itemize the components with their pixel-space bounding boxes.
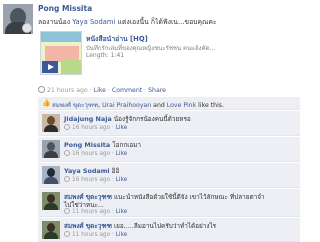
comment-like-link[interactable]: Like — [116, 177, 128, 183]
avatar-head — [47, 223, 55, 232]
post-text: ลองานน้อง Yaya Sodami แต่งเองนี้น ก็ได้ฟ… — [38, 16, 217, 27]
commenter-name[interactable]: Yaya Sodami — [64, 167, 110, 175]
avatar-body — [44, 177, 58, 184]
post-text-after: แต่งเองนี้น ก็ได้ฟังเน...ขอบคุณคะ — [115, 18, 217, 26]
post-text-before: ลองานน้อง — [38, 18, 73, 26]
comment-item: สมพงศ์ ขุดะวุฑฑ เยอ.....ลืมอานไปครับว่าท… — [38, 218, 300, 242]
thumb-sky — [41, 32, 81, 42]
commenter-avatar[interactable] — [42, 114, 60, 132]
commenter-avatar[interactable] — [42, 192, 60, 210]
avatar-body — [44, 151, 58, 158]
avatar-body — [44, 232, 58, 239]
comment-item: Jidajung Naja น้องรู้จักกรน้องคนนี้ด้วยห… — [38, 111, 300, 136]
comment-item: สมพงศ์ ขุดะวุฑฑ แนะนำหนังสือด้วยใช้นี้ดี… — [38, 189, 300, 217]
share-link[interactable]: Share — [148, 87, 166, 94]
comment-line: Jidajung Naja น้องรู้จักกรน้องคนนี้ด้วยห… — [64, 114, 191, 124]
likes-text: สมพงศ์ ขุดะวุฑฑ, Urai Praihooyan and Lov… — [52, 100, 224, 110]
clock-icon — [64, 231, 70, 237]
clock-icon — [64, 208, 70, 214]
like-link[interactable]: Like — [94, 87, 106, 94]
comment-time[interactable]: 16 hours ago — [72, 151, 110, 157]
thumb-foliage — [61, 60, 81, 74]
comment-time[interactable]: 11 hours ago — [72, 209, 110, 215]
comment-meta: 16 hours ago · Like — [64, 124, 127, 131]
comment-line: Pong Missita โอกกเอมา — [64, 140, 141, 150]
comment-item: Pong Missita โอกกเอมา 16 hours ago · Lik… — [38, 137, 300, 162]
commenter-name[interactable]: Jidajung Naja — [64, 115, 112, 123]
comment-time[interactable]: 16 hours ago — [72, 125, 110, 131]
comment-text: น้องรู้จักกรน้องคนนี้ด้วยหรอ — [113, 115, 191, 123]
feed-post: Pong Missita ลองานน้อง Yaya Sodami แต่งเ… — [0, 0, 300, 242]
comment-meta: 11 hours ago · Like — [64, 208, 127, 215]
clock-icon — [64, 124, 70, 130]
avatar-head — [47, 194, 55, 203]
clock-icon — [38, 86, 45, 93]
liker-2[interactable]: Urai Praihooyan — [102, 102, 151, 109]
post-meta: 21 hours ago · Like · Comment · Share — [38, 86, 166, 94]
clock-icon — [64, 176, 70, 182]
comment-text: เยอ.....ลืมอานไปครับว่าทำได้อย่างไร — [113, 222, 217, 230]
commenter-avatar[interactable] — [42, 221, 60, 239]
commenter-name[interactable]: สมพงศ์ ขุดะวุฑฑ — [64, 222, 112, 230]
comment-like-link[interactable]: Like — [116, 232, 128, 238]
avatar-head — [47, 168, 55, 177]
comment-meta: 16 hours ago · Like — [64, 176, 127, 183]
liker-3[interactable]: Love Pink — [167, 102, 196, 109]
author-avatar[interactable] — [3, 4, 33, 34]
liker-1[interactable]: สมพงศ์ ขุดะวุฑฑ — [52, 102, 98, 109]
commenter-avatar[interactable] — [42, 166, 60, 184]
avatar-body — [44, 125, 58, 132]
comment-time[interactable]: 11 hours ago — [72, 232, 110, 238]
commenter-name[interactable]: Pong Missita — [64, 141, 110, 149]
comment-like-link[interactable]: Like — [116, 209, 128, 215]
avatar-head — [47, 116, 55, 125]
comment-meta: 16 hours ago · Like — [64, 150, 127, 157]
comment-link[interactable]: Comment — [112, 87, 142, 94]
play-icon[interactable] — [42, 61, 58, 73]
likes-and: and — [151, 102, 167, 109]
comment-text: โอกกเอมา — [112, 141, 142, 149]
avatar-head — [47, 142, 55, 151]
comment-like-link[interactable]: Like — [116, 151, 128, 157]
comment-text: อิอิ — [111, 167, 120, 175]
comment-meta: 11 hours ago · Like — [64, 231, 127, 238]
comment-like-link[interactable]: Like — [116, 125, 128, 131]
thumbs-up-icon: 👍 — [42, 99, 51, 107]
comment-item: Yaya Sodami อิอิ 16 hours ago · Like — [38, 163, 300, 188]
comment-time[interactable]: 16 hours ago — [72, 177, 110, 183]
avatar-badge — [22, 23, 32, 33]
clock-icon — [64, 150, 70, 156]
post-time[interactable]: 21 hours ago — [47, 87, 88, 94]
tagged-user-link[interactable]: Yaya Sodami — [72, 18, 115, 26]
comment-text: แนะนำหนังสือด้วยใช้นี้ดีจัง เขาไว้ลักษณะ… — [113, 193, 265, 201]
likes-suffix: like this. — [196, 102, 224, 109]
comment-line: สมพงศ์ ขุดะวุฑฑ เยอ.....ลืมอานไปครับว่าท… — [64, 221, 216, 231]
commenter-avatar[interactable] — [42, 140, 60, 158]
likes-bar: 👍 สมพงศ์ ขุดะวุฑฑ, Urai Praihooyan and L… — [38, 97, 300, 110]
avatar-body — [44, 203, 58, 210]
post-author[interactable]: Pong Missita — [38, 4, 92, 13]
video-length: Length: 1:41 — [86, 52, 125, 59]
comment-line: Yaya Sodami อิอิ — [64, 166, 119, 176]
